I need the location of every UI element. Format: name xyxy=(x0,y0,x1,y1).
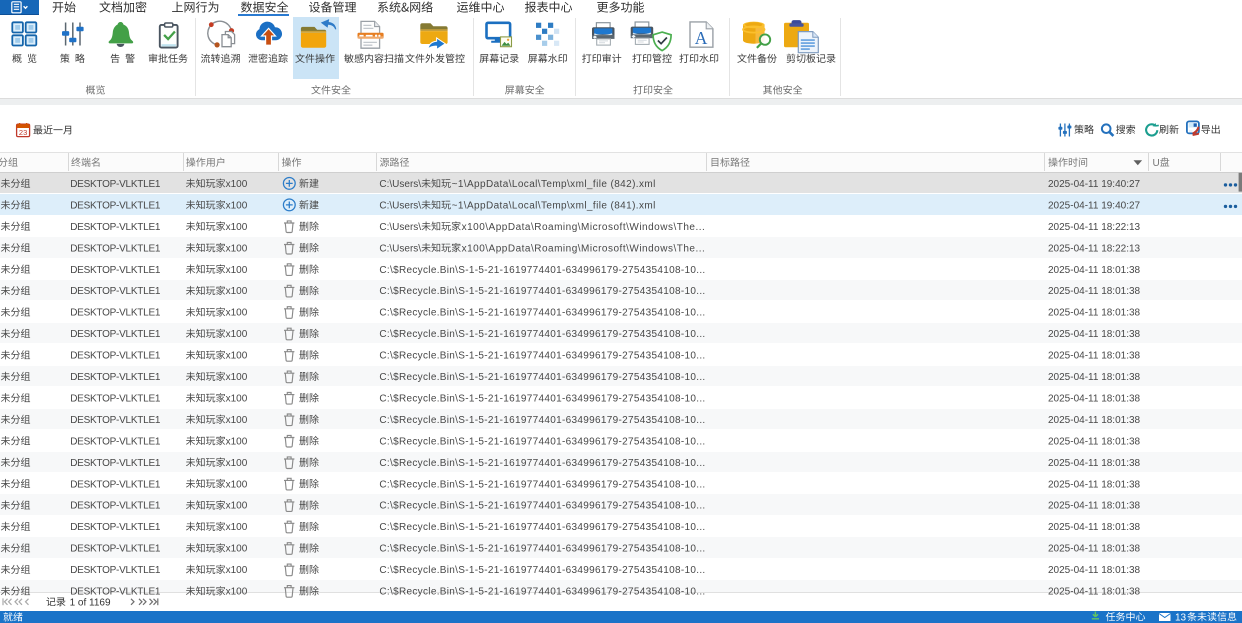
svg-text:x100: x100 xyxy=(226,372,248,383)
svg-text:DESKTOP-VLKTLE1: DESKTOP-VLKTLE1 xyxy=(70,565,161,576)
svg-text:C:\Users\: C:\Users\ xyxy=(379,200,421,211)
svg-text:DESKTOP-VLKTLE1: DESKTOP-VLKTLE1 xyxy=(70,415,161,426)
svg-text:DESKTOP-VLKTLE1: DESKTOP-VLKTLE1 xyxy=(70,394,161,405)
svg-text:C:\$Recycle.Bin\S-1-5-21-16197: C:\$Recycle.Bin\S-1-5-21-1619774401-6349… xyxy=(379,372,705,383)
svg-text:C:\Users\: C:\Users\ xyxy=(379,243,421,254)
svg-text:DESKTOP-VLKTLE1: DESKTOP-VLKTLE1 xyxy=(70,351,161,362)
svg-text:2025-04-11 18:01:38: 2025-04-11 18:01:38 xyxy=(1048,587,1141,598)
svg-text:2025-04-11 18:01:38: 2025-04-11 18:01:38 xyxy=(1048,479,1141,490)
svg-text:C:\Users\: C:\Users\ xyxy=(379,179,421,190)
svg-text:x100: x100 xyxy=(226,436,248,447)
svg-text:C:\$Recycle.Bin\S-1-5-21-16197: C:\$Recycle.Bin\S-1-5-21-1619774401-6349… xyxy=(379,458,705,469)
svg-text:x100: x100 xyxy=(226,415,248,426)
svg-text:2025-04-11 18:01:38: 2025-04-11 18:01:38 xyxy=(1048,458,1141,469)
svg-text:x100: x100 xyxy=(226,200,248,211)
svg-text:DESKTOP-VLKTLE1: DESKTOP-VLKTLE1 xyxy=(70,479,161,490)
svg-text:2025-04-11 18:01:38: 2025-04-11 18:01:38 xyxy=(1048,544,1141,555)
svg-text:2025-04-11 18:01:38: 2025-04-11 18:01:38 xyxy=(1048,265,1141,276)
svg-text:C:\$Recycle.Bin\S-1-5-21-16197: C:\$Recycle.Bin\S-1-5-21-1619774401-6349… xyxy=(379,415,705,426)
svg-text:2025-04-11 18:01:38: 2025-04-11 18:01:38 xyxy=(1048,308,1141,319)
svg-text:2025-04-11 18:01:38: 2025-04-11 18:01:38 xyxy=(1048,565,1141,576)
svg-text:DESKTOP-VLKTLE1: DESKTOP-VLKTLE1 xyxy=(70,222,161,233)
svg-text:x100: x100 xyxy=(226,479,248,490)
svg-text:2025-04-11 18:01:38: 2025-04-11 18:01:38 xyxy=(1048,415,1141,426)
svg-text:2025-04-11 18:22:13: 2025-04-11 18:22:13 xyxy=(1048,243,1141,254)
svg-text:23: 23 xyxy=(19,128,27,137)
svg-text:C:\$Recycle.Bin\S-1-5-21-16197: C:\$Recycle.Bin\S-1-5-21-1619774401-6349… xyxy=(379,565,705,576)
svg-text:DESKTOP-VLKTLE1: DESKTOP-VLKTLE1 xyxy=(70,458,161,469)
svg-text:DESKTOP-VLKTLE1: DESKTOP-VLKTLE1 xyxy=(70,522,161,533)
svg-text:x100\AppData\Roaming\Microsoft: x100\AppData\Roaming\Microsoft\Windows\T… xyxy=(462,243,706,254)
svg-text:C:\$Recycle.Bin\S-1-5-21-16197: C:\$Recycle.Bin\S-1-5-21-1619774401-6349… xyxy=(379,522,705,533)
svg-text:C:\$Recycle.Bin\S-1-5-21-16197: C:\$Recycle.Bin\S-1-5-21-1619774401-6349… xyxy=(379,544,705,555)
svg-text:C:\$Recycle.Bin\S-1-5-21-16197: C:\$Recycle.Bin\S-1-5-21-1619774401-6349… xyxy=(379,286,705,297)
svg-text:C:\$Recycle.Bin\S-1-5-21-16197: C:\$Recycle.Bin\S-1-5-21-1619774401-6349… xyxy=(379,394,705,405)
svg-text:x100: x100 xyxy=(226,243,248,254)
svg-text:C:\$Recycle.Bin\S-1-5-21-16197: C:\$Recycle.Bin\S-1-5-21-1619774401-6349… xyxy=(379,436,705,447)
svg-text:2025-04-11 18:01:38: 2025-04-11 18:01:38 xyxy=(1048,329,1141,340)
svg-text:x100: x100 xyxy=(226,522,248,533)
svg-text:2025-04-11 19:40:27: 2025-04-11 19:40:27 xyxy=(1048,179,1141,190)
svg-text:C:\$Recycle.Bin\S-1-5-21-16197: C:\$Recycle.Bin\S-1-5-21-1619774401-6349… xyxy=(379,501,705,512)
svg-text:2025-04-11 18:01:38: 2025-04-11 18:01:38 xyxy=(1048,394,1141,405)
svg-text:C:\Users\: C:\Users\ xyxy=(379,222,421,233)
svg-text:x100: x100 xyxy=(226,179,248,190)
svg-text:2025-04-11 18:01:38: 2025-04-11 18:01:38 xyxy=(1048,372,1141,383)
svg-text:x100: x100 xyxy=(226,351,248,362)
svg-text:x100: x100 xyxy=(226,501,248,512)
svg-text:C:\$Recycle.Bin\S-1-5-21-16197: C:\$Recycle.Bin\S-1-5-21-1619774401-6349… xyxy=(379,479,705,490)
svg-text:~1\AppData\Local\Temp\xml_file: ~1\AppData\Local\Temp\xml_file (841).xml xyxy=(452,200,656,211)
svg-text:C:\$Recycle.Bin\S-1-5-21-16197: C:\$Recycle.Bin\S-1-5-21-1619774401-6349… xyxy=(379,308,705,319)
svg-text:x100: x100 xyxy=(226,587,248,598)
svg-text:2025-04-11 18:01:38: 2025-04-11 18:01:38 xyxy=(1048,522,1141,533)
svg-text:DESKTOP-VLKTLE1: DESKTOP-VLKTLE1 xyxy=(70,200,161,211)
svg-text:x100: x100 xyxy=(226,329,248,340)
svg-text:DESKTOP-VLKTLE1: DESKTOP-VLKTLE1 xyxy=(70,501,161,512)
svg-text:x100: x100 xyxy=(226,308,248,319)
svg-text:DESKTOP-VLKTLE1: DESKTOP-VLKTLE1 xyxy=(70,544,161,555)
svg-text:x100: x100 xyxy=(226,544,248,555)
svg-text:DESKTOP-VLKTLE1: DESKTOP-VLKTLE1 xyxy=(70,308,161,319)
svg-text:2025-04-11 18:22:13: 2025-04-11 18:22:13 xyxy=(1048,222,1141,233)
svg-text:2025-04-11 19:40:27: 2025-04-11 19:40:27 xyxy=(1048,200,1141,211)
svg-text:13: 13 xyxy=(1175,612,1187,623)
svg-text:C:\$Recycle.Bin\S-1-5-21-16197: C:\$Recycle.Bin\S-1-5-21-1619774401-6349… xyxy=(379,587,705,598)
svg-text:C:\$Recycle.Bin\S-1-5-21-16197: C:\$Recycle.Bin\S-1-5-21-1619774401-6349… xyxy=(379,351,705,362)
svg-text:DESKTOP-VLKTLE1: DESKTOP-VLKTLE1 xyxy=(70,265,161,276)
svg-text:x100: x100 xyxy=(226,458,248,469)
svg-text:2025-04-11 18:01:38: 2025-04-11 18:01:38 xyxy=(1048,286,1141,297)
svg-text:1 of 1169: 1 of 1169 xyxy=(70,597,111,608)
svg-text:~1\AppData\Local\Temp\xml_file: ~1\AppData\Local\Temp\xml_file (842).xml xyxy=(452,179,656,190)
svg-text:x100: x100 xyxy=(226,286,248,297)
svg-text:DESKTOP-VLKTLE1: DESKTOP-VLKTLE1 xyxy=(70,243,161,254)
svg-text:DESKTOP-VLKTLE1: DESKTOP-VLKTLE1 xyxy=(70,587,161,598)
svg-text:x100: x100 xyxy=(226,565,248,576)
svg-text:U: U xyxy=(1153,158,1160,169)
svg-text:2025-04-11 18:01:38: 2025-04-11 18:01:38 xyxy=(1048,351,1141,362)
svg-text:C:\$Recycle.Bin\S-1-5-21-16197: C:\$Recycle.Bin\S-1-5-21-1619774401-6349… xyxy=(379,329,705,340)
svg-text:DESKTOP-VLKTLE1: DESKTOP-VLKTLE1 xyxy=(70,179,161,190)
svg-text:2025-04-11 18:01:38: 2025-04-11 18:01:38 xyxy=(1048,436,1141,447)
svg-text:x100\AppData\Roaming\Microsoft: x100\AppData\Roaming\Microsoft\Windows\T… xyxy=(462,222,706,233)
svg-text:DESKTOP-VLKTLE1: DESKTOP-VLKTLE1 xyxy=(70,329,161,340)
svg-text:x100: x100 xyxy=(226,265,248,276)
svg-text:2025-04-11 18:01:38: 2025-04-11 18:01:38 xyxy=(1048,501,1141,512)
svg-text:DESKTOP-VLKTLE1: DESKTOP-VLKTLE1 xyxy=(70,436,161,447)
svg-text:C:\$Recycle.Bin\S-1-5-21-16197: C:\$Recycle.Bin\S-1-5-21-1619774401-6349… xyxy=(379,265,705,276)
svg-text:x100: x100 xyxy=(226,394,248,405)
svg-text:A: A xyxy=(695,28,708,48)
svg-text:DESKTOP-VLKTLE1: DESKTOP-VLKTLE1 xyxy=(70,372,161,383)
svg-text:x100: x100 xyxy=(226,222,248,233)
svg-text:DESKTOP-VLKTLE1: DESKTOP-VLKTLE1 xyxy=(70,286,161,297)
